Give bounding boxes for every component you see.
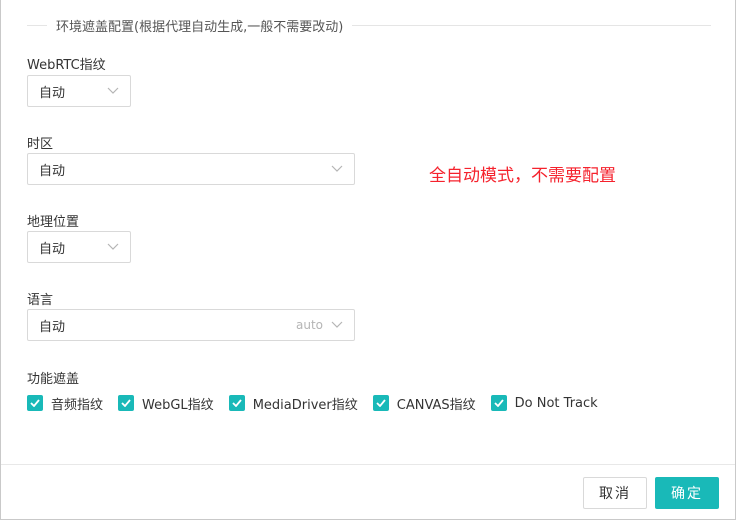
chevron-down-icon <box>331 163 343 175</box>
webrtc-value: 自动 <box>39 85 66 101</box>
chevron-down-icon <box>331 319 343 331</box>
checkbox-label: MediaDriver指纹 <box>252 397 358 413</box>
checkbox-checked-icon <box>27 395 43 411</box>
checkbox-checked-icon <box>118 395 135 411</box>
chevron-down-icon <box>107 85 119 97</box>
checkbox-checked-icon <box>490 395 507 411</box>
checkbox-canvas[interactable]: CANVAS指纹 <box>372 394 476 413</box>
footer-divider <box>1 464 735 465</box>
geo-label: 地理位置 <box>27 215 80 230</box>
checkbox-mediadriver[interactable]: MediaDriver指纹 <box>228 394 358 413</box>
timezone-label: 时区 <box>27 137 54 152</box>
checkbox-label: CANVAS指纹 <box>396 397 476 413</box>
checkbox-checked-icon <box>372 395 389 411</box>
webrtc-label: WebRTC指纹 <box>27 58 106 73</box>
timezone-select[interactable]: 自动 <box>27 153 355 185</box>
checkbox-audio[interactable]: 音频指纹 <box>27 394 103 413</box>
divider <box>27 24 47 26</box>
config-dialog: 环境遮盖配置(根据代理自动生成,一般不需要改动) WebRTC指纹 自动 时区 … <box>0 0 736 520</box>
divider <box>352 24 711 26</box>
language-select[interactable]: 自动 auto <box>27 309 355 341</box>
language-label: 语言 <box>27 293 54 308</box>
cancel-button[interactable]: 取消 <box>583 477 647 509</box>
checkbox-checked-icon <box>228 395 245 411</box>
checkbox-do-not-track[interactable]: Do Not Track <box>490 395 598 411</box>
geo-select[interactable]: 自动 <box>27 231 131 263</box>
section-title: 环境遮盖配置(根据代理自动生成,一般不需要改动) <box>27 12 711 38</box>
language-value: 自动 <box>39 319 66 335</box>
confirm-button[interactable]: 确定 <box>655 477 719 509</box>
checkbox-label: Do Not Track <box>514 395 598 411</box>
timezone-value: 自动 <box>39 163 66 179</box>
checkbox-label: WebGL指纹 <box>142 397 214 413</box>
geo-value: 自动 <box>39 241 66 257</box>
feature-checkboxes: 音频指纹 WebGL指纹 MediaDriver指纹 CANVAS指纹 Do N… <box>27 393 613 413</box>
checkbox-webgl[interactable]: WebGL指纹 <box>118 394 214 413</box>
webrtc-select[interactable]: 自动 <box>27 75 131 107</box>
section-title-text: 环境遮盖配置(根据代理自动生成,一般不需要改动) <box>56 19 344 35</box>
chevron-down-icon <box>107 241 119 253</box>
auto-mode-note: 全自动模式，不需要配置 <box>429 166 616 186</box>
checkbox-label: 音频指纹 <box>51 397 104 413</box>
language-suffix: auto <box>295 318 323 332</box>
features-label: 功能遮盖 <box>27 372 80 387</box>
